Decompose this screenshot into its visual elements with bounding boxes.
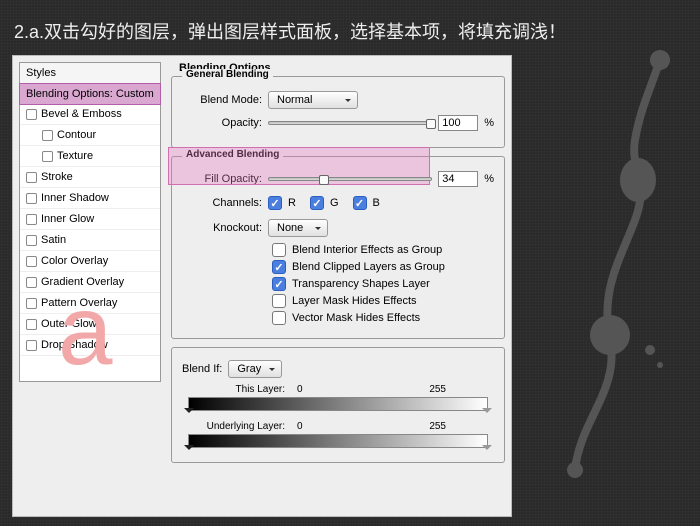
percent-sign: % [484, 117, 494, 129]
this-layer-black-handle[interactable] [184, 408, 194, 418]
style-label: Inner Glow [41, 213, 94, 225]
style-item-texture[interactable]: Texture [20, 146, 160, 167]
checkbox-contour[interactable] [42, 130, 53, 141]
style-label: Satin [41, 234, 66, 246]
style-item-blending-options[interactable]: Blending Options: Custom [19, 83, 161, 105]
blend-mode-label: Blend Mode: [182, 94, 262, 106]
watermark-a: a [58, 281, 113, 379]
opacity-input[interactable]: 100 [438, 115, 478, 131]
channel-r-checkbox[interactable] [268, 196, 282, 210]
checkbox-color-overlay[interactable] [26, 256, 37, 267]
transparency-shapes-checkbox[interactable] [272, 277, 286, 291]
styles-list: Styles Blending Options: Custom Bevel & … [19, 62, 161, 382]
blend-interior-label: Blend Interior Effects as Group [292, 244, 442, 256]
blend-if-group: Blend If: Gray This Layer: 0 255 Underly… [171, 347, 505, 463]
style-label: Bevel & Emboss [41, 108, 122, 120]
style-label: Texture [57, 150, 93, 162]
blend-clipped-checkbox[interactable] [272, 260, 286, 274]
channel-g-label: G [330, 197, 339, 209]
checkbox-inner-glow[interactable] [26, 214, 37, 225]
layer-style-panel: Styles Blending Options: Custom Bevel & … [12, 55, 512, 517]
style-label: Inner Shadow [41, 192, 109, 204]
underlying-layer-ramp[interactable] [188, 434, 488, 448]
general-blending-group: General Blending Blend Mode: Normal Opac… [171, 76, 505, 148]
fill-opacity-slider[interactable] [268, 177, 432, 181]
style-item-inner-glow[interactable]: Inner Glow [20, 209, 160, 230]
style-item-color-overlay[interactable]: Color Overlay [20, 251, 160, 272]
channel-g-checkbox[interactable] [310, 196, 324, 210]
checkbox-inner-shadow[interactable] [26, 193, 37, 204]
knockout-select[interactable]: None [268, 219, 328, 237]
checkbox-gradient-overlay[interactable] [26, 277, 37, 288]
vector-mask-hides-checkbox[interactable] [272, 311, 286, 325]
underlying-layer-label: Underlying Layer: [190, 421, 285, 432]
instruction-text: 2.a.双击勾好的图层，弹出图层样式面板，选择基本项，将填充调浅！ [14, 18, 566, 44]
style-item-bevel-emboss[interactable]: Bevel & Emboss [20, 104, 160, 125]
opacity-slider[interactable] [268, 121, 432, 125]
style-label: Contour [57, 129, 96, 141]
opacity-slider-thumb[interactable] [426, 119, 436, 129]
checkbox-drop-shadow[interactable] [26, 340, 37, 351]
checkbox-pattern-overlay[interactable] [26, 298, 37, 309]
blend-clipped-label: Blend Clipped Layers as Group [292, 261, 445, 273]
vector-mask-hides-label: Vector Mask Hides Effects [292, 312, 420, 324]
underlying-black-handle[interactable] [184, 445, 194, 455]
general-legend: General Blending [182, 69, 273, 80]
options-area: Blending Options General Blending Blend … [171, 62, 505, 510]
background-paint-splat [540, 50, 690, 480]
percent-sign: % [484, 173, 494, 185]
checkbox-stroke[interactable] [26, 172, 37, 183]
channels-label: Channels: [182, 197, 262, 209]
underlying-high: 255 [429, 421, 446, 432]
style-label: Stroke [41, 171, 73, 183]
layer-mask-hides-label: Layer Mask Hides Effects [292, 295, 417, 307]
blend-interior-checkbox[interactable] [272, 243, 286, 257]
layer-mask-hides-checkbox[interactable] [272, 294, 286, 308]
this-layer-white-handle[interactable] [482, 408, 492, 418]
blend-if-label: Blend If: [182, 363, 222, 375]
style-item-satin[interactable]: Satin [20, 230, 160, 251]
transparency-shapes-label: Transparency Shapes Layer [292, 278, 430, 290]
this-layer-label: This Layer: [190, 384, 285, 395]
style-item-stroke[interactable]: Stroke [20, 167, 160, 188]
underlying-white-handle[interactable] [482, 445, 492, 455]
advanced-legend: Advanced Blending [182, 149, 283, 160]
fill-opacity-slider-thumb[interactable] [319, 175, 329, 185]
checkbox-satin[interactable] [26, 235, 37, 246]
fill-opacity-input[interactable]: 34 [438, 171, 478, 187]
knockout-label: Knockout: [182, 222, 262, 234]
advanced-blending-group: Advanced Blending Fill Opacity: 34 % Cha… [171, 156, 505, 339]
blend-mode-select[interactable]: Normal [268, 91, 358, 109]
opacity-label: Opacity: [182, 117, 262, 129]
style-label: Blending Options: Custom [26, 88, 154, 100]
checkbox-outer-glow[interactable] [26, 319, 37, 330]
blend-if-select[interactable]: Gray [228, 360, 282, 378]
checkbox-texture[interactable] [42, 151, 53, 162]
style-item-contour[interactable]: Contour [20, 125, 160, 146]
style-label: Color Overlay [41, 255, 108, 267]
channel-b-checkbox[interactable] [353, 196, 367, 210]
channel-b-label: B [373, 197, 380, 209]
styles-header: Styles [20, 63, 160, 84]
fill-opacity-label: Fill Opacity: [182, 173, 262, 185]
channel-r-label: R [288, 197, 296, 209]
style-item-inner-shadow[interactable]: Inner Shadow [20, 188, 160, 209]
this-layer-ramp[interactable] [188, 397, 488, 411]
this-layer-high: 255 [429, 384, 446, 395]
checkbox-bevel[interactable] [26, 109, 37, 120]
